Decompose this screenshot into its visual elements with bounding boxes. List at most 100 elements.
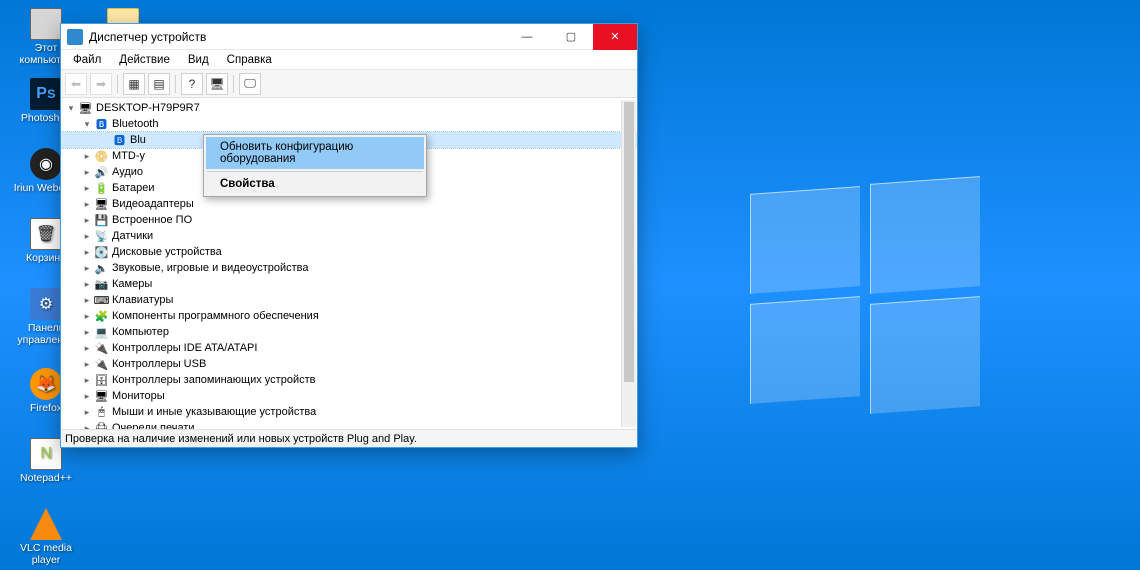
context-menu-item[interactable]: Обновить конфигурацию оборудования (206, 137, 424, 169)
menu-item[interactable]: Вид (180, 52, 217, 68)
expander-spacer: ▸ (81, 231, 93, 242)
minimize-button[interactable]: — (505, 24, 549, 50)
expander-spacer: ▸ (81, 183, 93, 194)
tree-node[interactable]: ▸💽Дисковые устройства (61, 244, 637, 260)
tree-root[interactable]: ▾🖥DESKTOP-H79P9R7 (61, 100, 637, 116)
tree-node[interactable]: ▸🔌Контроллеры IDE ATA/ATAPI (61, 340, 637, 356)
toolbar-btn-5[interactable]: 🖵 (239, 73, 261, 95)
scrollbar-thumb[interactable] (624, 102, 634, 382)
tree-node[interactable]: ▸💾Встроенное ПО (61, 212, 637, 228)
maximize-button[interactable]: ▢ (549, 24, 593, 50)
device-manager-window: Диспетчер устройств — ▢ ✕ ФайлДействиеВи… (60, 23, 638, 448)
expander-spacer: ▸ (81, 327, 93, 338)
expander-spacer: ▸ (81, 423, 93, 430)
collapse-icon[interactable]: ▾ (65, 103, 77, 114)
desktop-icon[interactable]: VLC media player (11, 508, 81, 566)
tree-node-label: Мыши и иные указывающие устройства (112, 406, 316, 418)
toolbar-btn-1[interactable]: ▦ (123, 73, 145, 95)
tree-node[interactable]: ▸🔌Контроллеры USB (61, 356, 637, 372)
device-icon: 🖨 (94, 421, 109, 430)
tree-node-label: Мониторы (112, 390, 165, 402)
device-icon: ⌨ (94, 293, 109, 308)
toolbar-btn-3[interactable]: ? (181, 73, 203, 95)
device-icon: 📡 (94, 229, 109, 244)
device-icon: 💻 (94, 325, 109, 340)
forward-button[interactable]: ➡ (90, 73, 112, 95)
scan-hardware-button[interactable]: 🖥 (206, 73, 228, 95)
device-icon: 📷 (94, 277, 109, 292)
device-icon: 📀 (94, 149, 109, 164)
tree-node[interactable]: ▸📷Камеры (61, 276, 637, 292)
toolbar-btn-2[interactable]: ▤ (148, 73, 170, 95)
expander-spacer: ▸ (81, 167, 93, 178)
expander-spacer: ▸ (81, 199, 93, 210)
tree-node[interactable]: ▸🗄Контроллеры запоминающих устройств (61, 372, 637, 388)
window-title: Диспетчер устройств (89, 30, 505, 44)
expander-spacer: ▸ (81, 151, 93, 162)
device-icon: 💽 (94, 245, 109, 260)
status-text: Проверка на наличие изменений или новых … (65, 433, 417, 445)
expander-spacer: ▸ (81, 343, 93, 354)
tree-node[interactable]: ▸📡Датчики (61, 228, 637, 244)
titlebar[interactable]: Диспетчер устройств — ▢ ✕ (61, 24, 637, 50)
expander-spacer: ▸ (81, 279, 93, 290)
tree-node-label: MTD-у (112, 150, 145, 162)
device-icon: 🔊 (94, 165, 109, 180)
expander-spacer: ▸ (81, 359, 93, 370)
device-icon: 🔌 (94, 341, 109, 356)
tree-node-label: Аудио (112, 166, 143, 178)
expander-spacer: ▸ (81, 263, 93, 274)
tree-node[interactable]: ▸🖱Мыши и иные указывающие устройства (61, 404, 637, 420)
collapse-icon[interactable]: ▾ (81, 119, 93, 130)
app-icon (67, 29, 83, 45)
device-icon: 🖥 (94, 389, 109, 404)
cam-icon: ◉ (30, 148, 62, 180)
tree-node-label: Встроенное ПО (112, 214, 192, 226)
context-menu-separator (207, 171, 423, 172)
desktop-icon-label: Notepad++ (11, 472, 81, 484)
device-icon: 🗄 (94, 373, 109, 388)
expander-spacer: ▸ (81, 375, 93, 386)
tree-node-label: Звуковые, игровые и видеоустройства (112, 262, 309, 274)
context-menu: Обновить конфигурацию оборудования Свойст… (203, 134, 427, 197)
scrollbar[interactable] (621, 100, 636, 427)
tree-node-label: Камеры (112, 278, 152, 290)
tree-node-label: Батареи (112, 182, 155, 194)
tree-node[interactable]: ▸🔈Звуковые, игровые и видеоустройства (61, 260, 637, 276)
tree-node-label: Компоненты программного обеспечения (112, 310, 319, 322)
tree-node-label: Видеоадаптеры (112, 198, 194, 210)
tree-node-label: Bluetooth (112, 118, 158, 130)
tree-node-label: Очереди печати (112, 422, 195, 429)
tree-node-label: Клавиатуры (112, 294, 173, 306)
computer-icon: 🖥 (78, 101, 93, 116)
tree-node[interactable]: ▸💻Компьютер (61, 324, 637, 340)
tree-node[interactable]: ▾🅱Bluetooth (61, 116, 637, 132)
menu-item[interactable]: Файл (65, 52, 109, 68)
context-menu-item[interactable]: Свойства (206, 174, 424, 194)
tree-node-label: Blu (130, 134, 146, 146)
device-icon: 🖱 (94, 405, 109, 420)
tree-node[interactable]: ▸🖥Видеоадаптеры (61, 196, 637, 212)
expander-spacer: ▸ (81, 311, 93, 322)
device-icon: 🔌 (94, 357, 109, 372)
menu-item[interactable]: Справка (219, 52, 280, 68)
tree-node-label: Дисковые устройства (112, 246, 222, 258)
tree-node-label: Компьютер (112, 326, 169, 338)
tree-node-label: Контроллеры IDE ATA/ATAPI (112, 342, 257, 354)
tree-node[interactable]: ▸🖨Очереди печати (61, 420, 637, 429)
ff-icon: 🦊 (30, 368, 62, 400)
expander-spacer: ▸ (81, 407, 93, 418)
tree-node[interactable]: ▸🧩Компоненты программного обеспечения (61, 308, 637, 324)
tree-node[interactable]: ▸🖥Мониторы (61, 388, 637, 404)
device-icon: 🔈 (94, 261, 109, 276)
bin-icon: 🗑 (30, 218, 62, 250)
close-button[interactable]: ✕ (593, 24, 637, 50)
vlc-icon (30, 508, 62, 540)
device-icon: 🅱 (112, 133, 127, 148)
tree-node-label: DESKTOP-H79P9R7 (96, 102, 200, 114)
expander-spacer: ▸ (81, 215, 93, 226)
tree-node[interactable]: ▸⌨Клавиатуры (61, 292, 637, 308)
menu-item[interactable]: Действие (111, 52, 178, 68)
toolbar: ⬅ ➡ ▦ ▤ ? 🖥 🖵 (61, 70, 637, 98)
back-button[interactable]: ⬅ (65, 73, 87, 95)
